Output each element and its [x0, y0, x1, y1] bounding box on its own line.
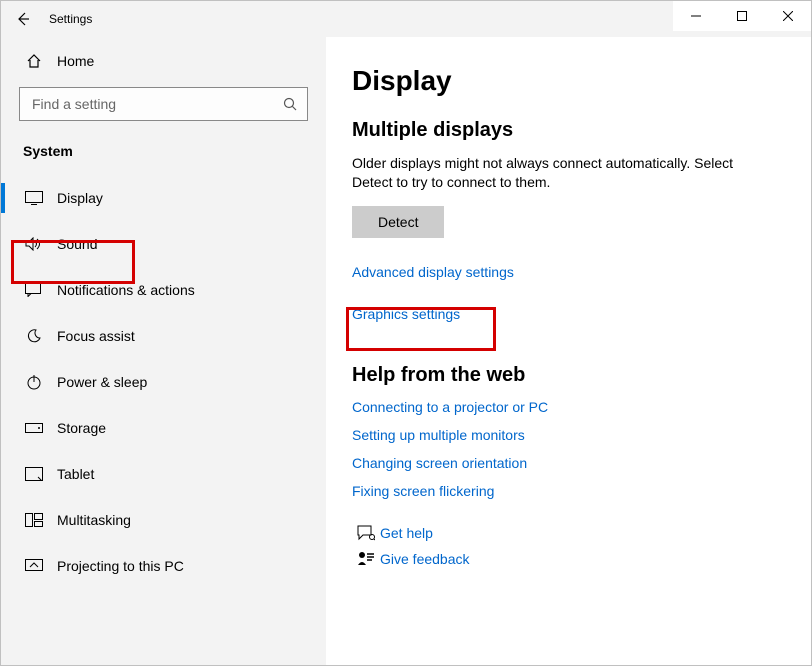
minimize-icon — [691, 11, 701, 21]
give-feedback-link[interactable]: Give feedback — [380, 551, 470, 567]
help-link-monitors[interactable]: Setting up multiple monitors — [352, 427, 781, 443]
monitor-icon — [23, 191, 45, 205]
get-help-link[interactable]: Get help — [380, 525, 433, 541]
back-arrow-icon — [15, 11, 31, 27]
search-input[interactable] — [30, 95, 283, 113]
home-label: Home — [57, 53, 94, 69]
advanced-display-settings-link[interactable]: Advanced display settings — [352, 264, 781, 280]
projecting-icon — [23, 559, 45, 573]
page-title: Display — [352, 65, 781, 97]
give-feedback-icon — [352, 551, 380, 567]
sidebar-item-power-sleep[interactable]: Power & sleep — [1, 359, 326, 405]
graphics-settings-link[interactable]: Graphics settings — [352, 306, 781, 322]
multiple-displays-description: Older displays might not always connect … — [352, 154, 772, 192]
titlebar: Settings — [1, 1, 811, 37]
sidebar-item-label: Power & sleep — [57, 374, 147, 390]
sidebar-item-focus-assist[interactable]: Focus assist — [1, 313, 326, 359]
home-icon — [23, 53, 45, 69]
help-link-projector[interactable]: Connecting to a projector or PC — [352, 399, 781, 415]
content-pane: Display Multiple displays Older displays… — [326, 37, 811, 665]
moon-icon — [23, 328, 45, 344]
sidebar-item-label: Multitasking — [57, 512, 131, 528]
help-heading: Help from the web — [352, 364, 781, 387]
window-title: Settings — [45, 12, 92, 26]
minimize-button[interactable] — [673, 1, 719, 31]
drive-icon — [23, 423, 45, 433]
sidebar: Home System — [1, 37, 326, 665]
window-controls — [673, 1, 811, 31]
maximize-icon — [737, 11, 747, 21]
sidebar-item-label: Display — [57, 190, 103, 206]
sidebar-item-display[interactable]: Display — [1, 175, 326, 221]
speaker-icon — [23, 237, 45, 251]
search-icon — [283, 97, 297, 111]
give-feedback-row[interactable]: Give feedback — [352, 551, 781, 567]
settings-window: Settings Home — [0, 0, 812, 666]
help-link-flickering[interactable]: Fixing screen flickering — [352, 483, 781, 499]
maximize-button[interactable] — [719, 1, 765, 31]
sidebar-item-notifications[interactable]: Notifications & actions — [1, 267, 326, 313]
search-box[interactable] — [19, 87, 308, 121]
get-help-row[interactable]: Get help — [352, 525, 781, 541]
sidebar-item-projecting[interactable]: Projecting to this PC — [1, 543, 326, 589]
help-link-orientation[interactable]: Changing screen orientation — [352, 455, 781, 471]
sidebar-item-label: Storage — [57, 420, 106, 436]
multiple-displays-heading: Multiple displays — [352, 119, 781, 142]
sidebar-item-label: Projecting to this PC — [57, 558, 184, 574]
sidebar-item-tablet[interactable]: Tablet — [1, 451, 326, 497]
message-icon — [23, 283, 45, 297]
tablet-icon — [23, 467, 45, 481]
close-button[interactable] — [765, 1, 811, 31]
sidebar-item-sound[interactable]: Sound — [1, 221, 326, 267]
multitask-icon — [23, 513, 45, 527]
section-label-system: System — [1, 125, 326, 165]
nav-list: Display Sound Notifications & actions — [1, 175, 326, 589]
sidebar-item-label: Sound — [57, 236, 97, 252]
sidebar-item-storage[interactable]: Storage — [1, 405, 326, 451]
power-icon — [23, 374, 45, 390]
detect-button[interactable]: Detect — [352, 206, 444, 238]
sidebar-item-multitasking[interactable]: Multitasking — [1, 497, 326, 543]
sidebar-item-label: Notifications & actions — [57, 282, 195, 298]
sidebar-item-label: Focus assist — [57, 328, 135, 344]
home-nav[interactable]: Home — [1, 47, 326, 75]
sidebar-item-label: Tablet — [57, 466, 94, 482]
close-icon — [783, 11, 793, 21]
get-help-icon — [352, 525, 380, 541]
back-button[interactable] — [1, 1, 45, 37]
